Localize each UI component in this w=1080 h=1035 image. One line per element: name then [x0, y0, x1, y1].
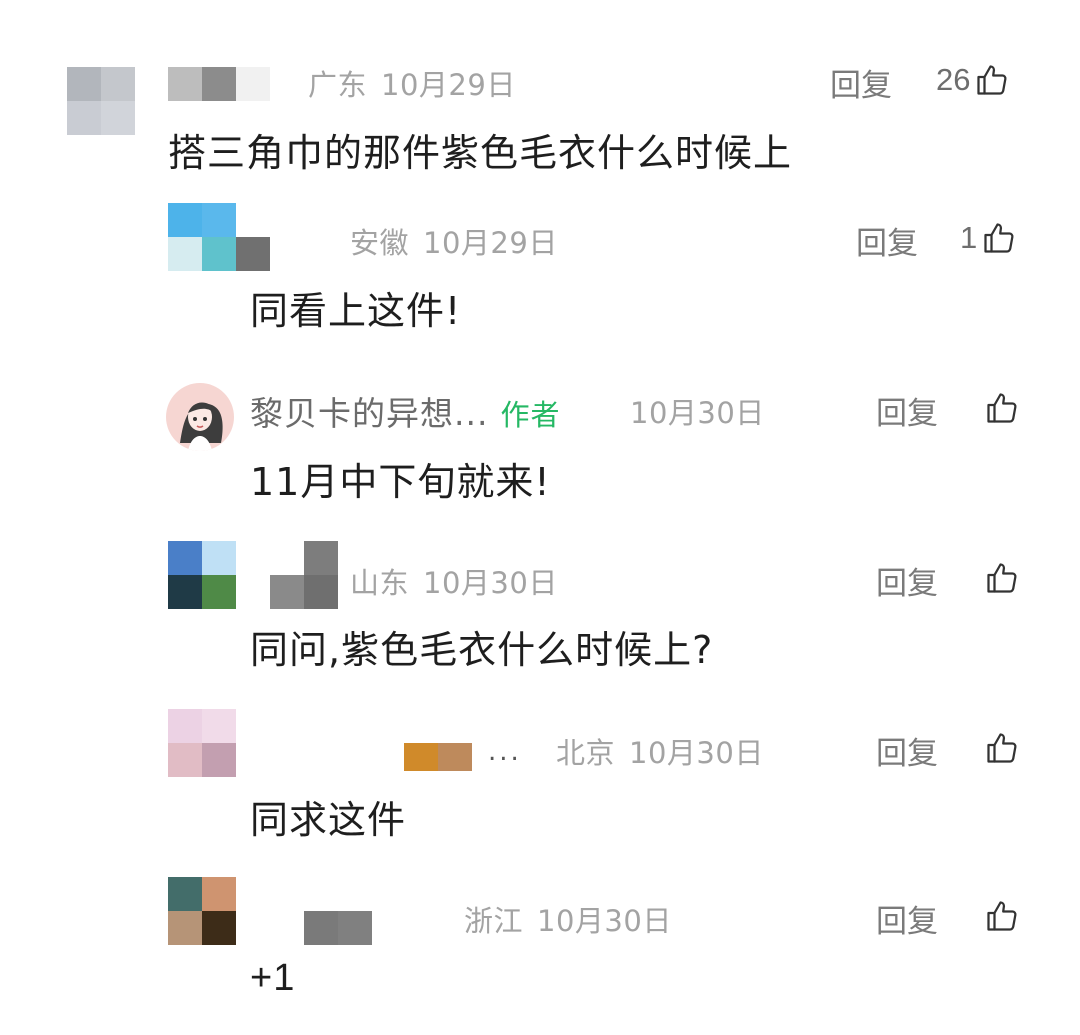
avatar[interactable] — [168, 709, 236, 777]
thumbs-up-icon — [977, 65, 1007, 95]
author-name[interactable]: 黎贝卡的异想... — [250, 394, 488, 433]
region-label: 山东 — [350, 566, 410, 600]
date-label: 10月30日 — [629, 736, 764, 770]
avatar[interactable] — [168, 877, 236, 945]
avatar-pixel — [202, 541, 236, 575]
like-button[interactable] — [984, 558, 1020, 598]
date-label: 10月29日 — [423, 226, 558, 260]
name-pixel — [270, 575, 304, 609]
like-button[interactable]: 1 — [960, 218, 1017, 258]
avatar-pixel — [168, 877, 202, 911]
date-label: 10月30日 — [423, 566, 558, 600]
username-blurred[interactable] — [404, 743, 472, 771]
avatar-pixel — [101, 67, 135, 101]
like-button[interactable] — [984, 728, 1020, 768]
like-count: 1 — [960, 220, 978, 255]
name-pixel — [304, 541, 338, 575]
name-pixel — [304, 575, 338, 609]
avatar-pixel — [101, 101, 135, 135]
reply-item: 黎贝卡的异想... 作者 10月30日 回复 11月中下旬就来! — [0, 355, 1080, 525]
thumbs-up-icon — [984, 223, 1014, 253]
avatar-pixel — [168, 237, 202, 271]
reply-button[interactable]: 回复 — [876, 728, 938, 773]
comment-text: 同求这件 — [250, 798, 407, 842]
like-button[interactable]: 26 — [936, 60, 1010, 100]
like-button[interactable] — [984, 388, 1020, 428]
comment-meta: 10月30日 — [630, 390, 765, 432]
avatar[interactable] — [67, 67, 135, 135]
thumbs-up-icon — [987, 393, 1017, 423]
avatar-pixel — [202, 203, 236, 237]
author-badge: 作者 — [500, 398, 561, 432]
region-label: 浙江 — [464, 904, 524, 938]
name-pixel — [236, 67, 270, 101]
avatar-pixel — [67, 101, 101, 135]
avatar-pixel — [168, 911, 202, 945]
username-blurred[interactable] — [236, 237, 270, 271]
avatar-pixel — [168, 203, 202, 237]
username-blurred[interactable] — [236, 541, 338, 609]
region-label: 北京 — [556, 736, 616, 770]
comment-text: 11月中下旬就来! — [250, 460, 551, 504]
avatar-pixel — [67, 67, 101, 101]
region-label: 安徽 — [350, 226, 410, 260]
reply-button[interactable]: 回复 — [876, 896, 938, 941]
avatar-illustration — [180, 402, 223, 451]
name-pixel — [304, 911, 338, 945]
reply-button[interactable]: 回复 — [876, 388, 938, 433]
avatar-pixel — [168, 575, 202, 609]
avatar-pixel — [168, 541, 202, 575]
avatar[interactable] — [168, 203, 236, 271]
date-label: 10月30日 — [537, 904, 672, 938]
comment-meta: 广东 10月29日 — [308, 62, 516, 104]
name-pixel — [168, 67, 202, 101]
author-avatar[interactable] — [166, 383, 234, 451]
avatar[interactable] — [168, 541, 236, 609]
username-blurred[interactable] — [304, 911, 372, 945]
reply-item: ... 北京 10月30日 回复 同求这件 — [0, 695, 1080, 865]
avatar-pixel — [202, 237, 236, 271]
avatar-pixel — [202, 911, 236, 945]
name-truncation: ... — [488, 737, 522, 767]
reply-button[interactable]: 回复 — [830, 60, 892, 105]
reply-item: 浙江 10月30日 回复 +1 — [0, 865, 1080, 1035]
avatar-pixel — [202, 709, 236, 743]
thumbs-up-icon — [987, 563, 1017, 593]
date-label: 10月29日 — [381, 68, 516, 102]
comment-text: 同问,紫色毛衣什么时候上? — [250, 628, 714, 672]
name-pixel — [338, 911, 372, 945]
name-pixel — [404, 743, 438, 771]
reply-item: 山东 10月30日 回复 同问,紫色毛衣什么时候上? — [0, 525, 1080, 695]
comment-meta: 安徽 10月29日 — [350, 220, 558, 262]
like-button[interactable] — [984, 896, 1020, 936]
name-pixel — [202, 67, 236, 101]
comment-text: +1 — [250, 957, 296, 999]
avatar-pixel — [168, 709, 202, 743]
author-name-row: 黎贝卡的异想... 作者 — [250, 387, 571, 435]
thumbs-up-icon — [987, 733, 1017, 763]
comment-text: 搭三角巾的那件紫色毛衣什么时候上 — [168, 131, 793, 175]
reply-button[interactable]: 回复 — [856, 218, 918, 263]
name-pixel — [438, 743, 472, 771]
avatar-pixel — [168, 743, 202, 777]
reply-button[interactable]: 回复 — [876, 558, 938, 603]
reply-item: 安徽 10月29日 回复 1 同看上这件! — [0, 185, 1080, 355]
name-pixel — [236, 237, 270, 271]
avatar-pixel — [202, 743, 236, 777]
comment-meta: 北京 10月30日 — [556, 730, 764, 772]
comment-item: 广东 10月29日 回复 26 搭三角巾的那件紫色毛衣什么时候上 — [0, 0, 1080, 185]
comment-meta: 山东 10月30日 — [350, 560, 558, 602]
avatar-pixel — [202, 877, 236, 911]
region-label: 广东 — [308, 68, 368, 102]
avatar-pixel — [202, 575, 236, 609]
comment-meta: 浙江 10月30日 — [464, 898, 672, 940]
like-count: 26 — [936, 62, 971, 97]
thumbs-up-icon — [987, 901, 1017, 931]
date-label: 10月30日 — [630, 396, 765, 430]
comment-text: 同看上这件! — [250, 289, 462, 333]
username-blurred[interactable] — [168, 67, 270, 101]
